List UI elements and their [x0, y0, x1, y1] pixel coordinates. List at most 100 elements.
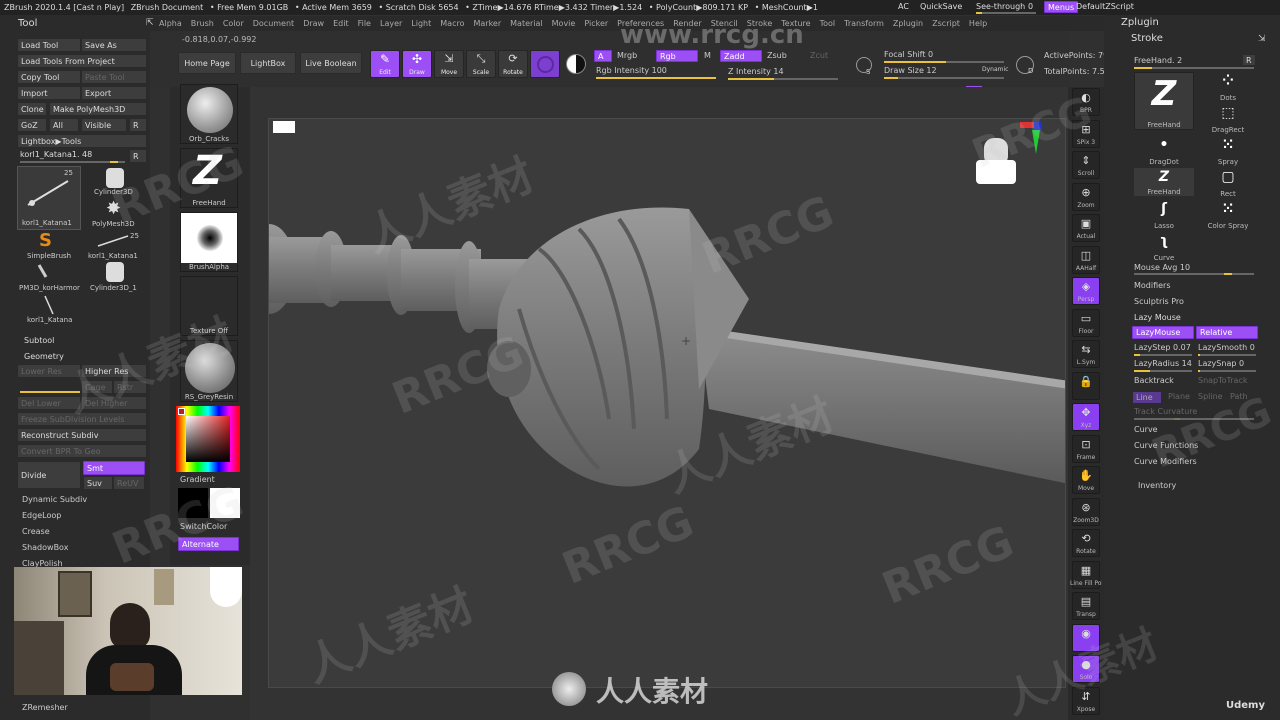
tool-thumb-cylinder3d[interactable]: Cylinder3D	[84, 166, 146, 198]
edgeloop-section[interactable]: EdgeLoop	[22, 510, 61, 522]
make-polymesh-button[interactable]: Make PolyMesh3D	[49, 102, 147, 116]
current-tool-slider[interactable]	[20, 161, 125, 163]
zcut-toggle[interactable]: Zcut	[810, 50, 828, 62]
stroke-type-dots[interactable]: ⁘ Dots	[1208, 72, 1248, 102]
stroke-type-lasso[interactable]: ʃ Lasso	[1144, 200, 1184, 230]
shadowbox-section[interactable]: ShadowBox	[22, 542, 68, 554]
import-button[interactable]: Import	[17, 86, 81, 100]
color-picker-square[interactable]	[186, 416, 230, 462]
right-tool-floor[interactable]: ▭ Floor	[1072, 308, 1100, 337]
line-toggle[interactable]: Line	[1132, 391, 1162, 404]
spline-toggle[interactable]: Spline	[1198, 391, 1223, 403]
right-tool-scroll[interactable]: ⇕ Scroll	[1072, 151, 1100, 179]
alternate-button[interactable]: Alternate	[178, 537, 239, 551]
s-toggle[interactable]: S	[866, 66, 870, 78]
lazysnap-slider[interactable]	[1198, 370, 1256, 372]
m-toggle[interactable]: M	[704, 50, 711, 62]
snaptotrack-toggle[interactable]: SnapToTrack	[1198, 375, 1247, 387]
right-tool-aahalf[interactable]: ◫ AAHalf	[1072, 245, 1100, 274]
menu-marker[interactable]: Marker	[473, 16, 501, 31]
sdiv-slider[interactable]	[20, 391, 80, 393]
curve-functions-section[interactable]: Curve Functions	[1134, 440, 1198, 452]
reconstruct-subdiv-button[interactable]: Reconstruct Subdiv	[17, 428, 147, 442]
menu-file[interactable]: File	[358, 16, 371, 31]
higher-res-button[interactable]: Higher Res	[81, 364, 147, 378]
zadd-toggle[interactable]: Zadd	[720, 50, 762, 62]
gizmo-button[interactable]	[530, 50, 560, 78]
scale-mode-button[interactable]: ⤡ Scale	[466, 50, 496, 78]
stroke-type-spray[interactable]: ⁙ Spray	[1208, 136, 1248, 166]
clone-button[interactable]: Clone	[17, 102, 47, 116]
stroke-thumb[interactable]: Z FreeHand	[180, 148, 238, 208]
primary-color-swatch[interactable]	[178, 408, 185, 415]
tool-thumb-simplebrush[interactable]: S SimpleBrush	[17, 230, 81, 262]
curve-section[interactable]: Curve	[1134, 424, 1158, 436]
right-tool-persp[interactable]: ◈ Persp	[1072, 277, 1100, 305]
menu-layer[interactable]: Layer	[380, 16, 402, 31]
menu-picker[interactable]: Picker	[584, 16, 608, 31]
lazysmooth-slider[interactable]	[1198, 354, 1256, 356]
crease-section[interactable]: Crease	[22, 526, 50, 538]
sculptris-pro-section[interactable]: Sculptris Pro	[1134, 296, 1184, 308]
switch-color-button[interactable]: SwitchColor	[180, 521, 227, 533]
a-toggle[interactable]: A	[594, 50, 612, 62]
zremesher-section[interactable]: ZRemesher	[22, 702, 68, 714]
menu-movie[interactable]: Movie	[552, 16, 576, 31]
export-button[interactable]: Export	[81, 86, 147, 100]
main-color-swatch[interactable]	[178, 488, 208, 518]
quicksave-button[interactable]: QuickSave	[920, 1, 962, 13]
viewport[interactable]: +	[268, 118, 1066, 688]
right-tool-actual[interactable]: ▣ Actual	[1072, 214, 1100, 242]
see-through-slider[interactable]	[976, 12, 1036, 14]
live-boolean-button[interactable]: Live Boolean	[300, 52, 362, 74]
menu-stencil[interactable]: Stencil	[711, 16, 738, 31]
right-tool-move[interactable]: ✋ Move	[1072, 466, 1100, 494]
dynamic-toggle[interactable]: Dynamic	[982, 64, 1008, 76]
backtrack-toggle[interactable]: Backtrack	[1134, 375, 1174, 387]
convert-bpr-button[interactable]: Convert BPR To Geo	[17, 444, 147, 458]
tool-thumb-cylinder3d-1[interactable]: Cylinder3D_1	[84, 262, 146, 294]
right-tool-solo[interactable]: ● Solo	[1072, 655, 1100, 683]
right-tool-transp[interactable]: ▤ Transp	[1072, 592, 1100, 620]
menu-render[interactable]: Render	[673, 16, 701, 31]
menus-button[interactable]: Menus	[1044, 1, 1079, 13]
current-tool-label[interactable]: korl1_Katana1. 48	[20, 149, 92, 161]
mouse-avg-slider[interactable]	[1134, 273, 1254, 275]
stroke-type-curve[interactable]: ʅ Curve	[1144, 232, 1184, 262]
reuv-button[interactable]: ReUV	[113, 476, 145, 490]
inventory-section[interactable]: Inventory	[1138, 480, 1176, 492]
menu-draw[interactable]: Draw	[303, 16, 324, 31]
tool-thumb-korl1-katana[interactable]: korl1_Katana	[17, 294, 81, 326]
axis-gizmo[interactable]	[1010, 118, 1044, 158]
focal-shift-label[interactable]: Focal Shift 0	[884, 49, 933, 61]
stroke-r-button[interactable]: R	[1242, 54, 1256, 66]
edit-mode-button[interactable]: ✎ Edit	[370, 50, 400, 78]
right-tool-btn-9[interactable]: 🔒	[1072, 371, 1100, 400]
ac-button[interactable]: AC	[898, 1, 909, 13]
menu-color[interactable]: Color	[223, 16, 244, 31]
menu-help[interactable]: Help	[969, 16, 987, 31]
tool-thumb-pm3d-korharmor[interactable]: PM3D_korHarmor	[17, 262, 81, 294]
right-tool-zoom3d[interactable]: ⊛ Zoom3D	[1072, 497, 1100, 526]
d-toggle[interactable]: D	[1028, 65, 1033, 77]
rgb-intensity-slider[interactable]	[596, 77, 716, 79]
smt-toggle[interactable]: Smt	[83, 461, 145, 475]
material-thumb[interactable]: RS_GreyResin	[180, 340, 238, 402]
divide-button[interactable]: Divide	[17, 461, 81, 489]
rstr-button[interactable]: Rstr	[113, 380, 147, 394]
geometry-section[interactable]: Geometry	[24, 351, 64, 363]
freehand-slider[interactable]	[1134, 67, 1254, 69]
lazystep-slider[interactable]	[1134, 354, 1192, 356]
track-curvature-slider[interactable]	[1134, 418, 1254, 420]
mrgb-toggle[interactable]: Mrgb	[617, 50, 637, 62]
floor-grid-icon[interactable]	[273, 121, 295, 133]
right-tool-zoom[interactable]: ⊕ Zoom	[1072, 182, 1100, 211]
lazysmooth-label[interactable]: LazySmooth 0	[1198, 342, 1255, 354]
right-tool-xpose[interactable]: ⇵ Xpose	[1072, 686, 1100, 715]
rgb-intensity-label[interactable]: Rgb Intensity 100	[596, 65, 667, 77]
track-curvature-label[interactable]: Track Curvature	[1134, 406, 1197, 418]
gradient-label[interactable]: Gradient	[180, 474, 215, 486]
copy-tool-button[interactable]: Copy Tool	[17, 70, 81, 84]
freeze-subdiv-button[interactable]: Freeze SubDivision Levels	[17, 412, 147, 426]
menu-brush[interactable]: Brush	[191, 16, 214, 31]
